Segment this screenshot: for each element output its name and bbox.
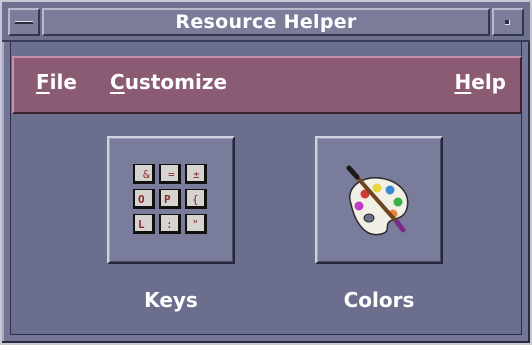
title-bar[interactable]: Resource Helper [2, 2, 530, 42]
svg-text:O: O [138, 193, 145, 206]
menu-help[interactable]: Help [455, 70, 507, 94]
tool-area: & = ± O P { L : " Keys Colors [12, 116, 522, 333]
resource-helper-window: Resource Helper File Customize Help & = … [0, 0, 532, 345]
minimize-button[interactable] [492, 8, 524, 36]
colors-label: Colors [343, 288, 415, 312]
menu-bar: File Customize Help [12, 56, 522, 114]
svg-text:L: L [138, 218, 145, 231]
svg-text:±: ± [193, 168, 200, 181]
window-menu-icon [15, 21, 33, 24]
svg-text:": " [192, 218, 199, 231]
title-area[interactable]: Resource Helper [42, 8, 490, 36]
svg-text::: : [166, 218, 173, 231]
window-title: Resource Helper [175, 11, 357, 33]
colors-button[interactable] [315, 136, 443, 264]
svg-text:P: P [164, 193, 171, 206]
svg-text:&: & [143, 168, 150, 181]
svg-text:=: = [168, 168, 175, 181]
keys-button[interactable]: & = ± O P { L : " [107, 136, 235, 264]
keyboard-keys-icon: & = ± O P { L : " [133, 164, 207, 234]
menu-file[interactable]: File [36, 70, 77, 94]
svg-text:{: { [192, 193, 199, 206]
menu-customize[interactable]: Customize [110, 70, 227, 94]
paint-palette-icon [346, 165, 409, 236]
minimize-icon [505, 20, 510, 25]
keys-label: Keys [144, 288, 198, 312]
window-menu-button[interactable] [8, 8, 40, 36]
